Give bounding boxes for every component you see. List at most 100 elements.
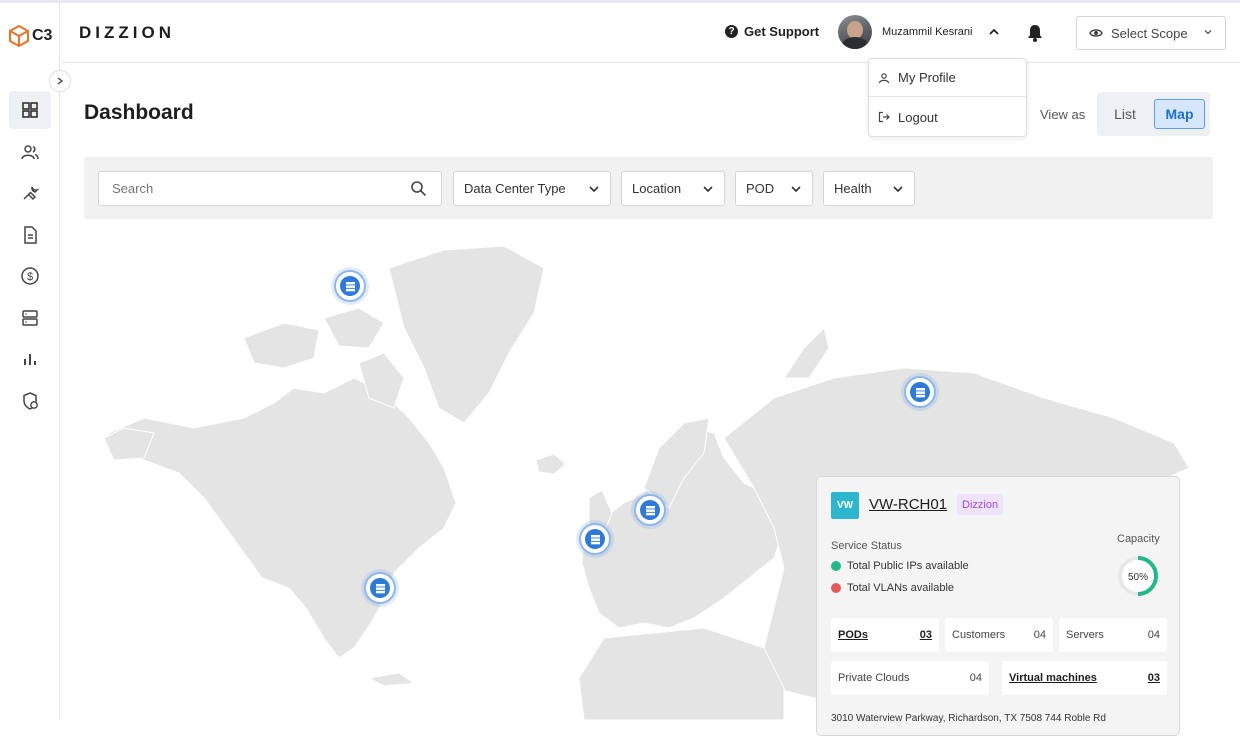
- status-public-ips: Total Public IPs available: [831, 560, 969, 572]
- chevron-down-icon: [893, 186, 903, 193]
- status-label: Total Public IPs available: [847, 560, 969, 572]
- iceland-shape: [535, 453, 567, 475]
- chevron-down-icon: [589, 186, 599, 193]
- select-label: Health: [834, 181, 872, 196]
- select-label: Data Center Type: [464, 181, 566, 196]
- provider-tag: Dizzion: [957, 494, 1004, 515]
- servers-icon: [22, 310, 38, 326]
- chevron-up-icon[interactable]: [987, 25, 1001, 39]
- stat-servers: Servers 04: [1059, 618, 1167, 652]
- datacenter-name-link[interactable]: VW-RCH01: [869, 496, 947, 513]
- stat-label: PODs: [838, 629, 868, 641]
- service-status-title: Service Status: [831, 540, 902, 552]
- stat-customers: Customers 04: [945, 618, 1053, 652]
- stat-label: Customers: [952, 629, 1006, 641]
- analytics-icon: [24, 354, 36, 365]
- africa-shape: [578, 627, 785, 720]
- billing-icon: $: [21, 267, 39, 285]
- stat-value: 03: [1147, 672, 1160, 684]
- stat-pods[interactable]: PODs 03: [831, 618, 939, 652]
- filter-bar: Search Data Center Type Location POD Hea…: [84, 157, 1213, 219]
- datacenter-pin[interactable]: [364, 572, 396, 604]
- select-label: POD: [746, 181, 775, 196]
- north-america-shape: [108, 377, 457, 659]
- select-scope-label: Select Scope: [1111, 25, 1188, 41]
- data-center-type-select[interactable]: Data Center Type: [453, 171, 611, 206]
- menu-item-logout[interactable]: Logout: [869, 98, 1026, 136]
- sidebar-item-analytics[interactable]: [9, 340, 51, 378]
- stat-label: Servers: [1066, 629, 1104, 641]
- get-support-button[interactable]: ? Get Support: [725, 24, 819, 39]
- sidebar-item-billing[interactable]: $: [9, 257, 51, 295]
- dashboard-icon: [22, 102, 38, 118]
- datacenter-pin[interactable]: [579, 523, 611, 555]
- stat-virtual-machines[interactable]: Virtual machines 03: [1002, 661, 1167, 695]
- document-icon: [24, 226, 37, 244]
- server-icon: [590, 534, 600, 544]
- chevron-down-icon: [1204, 30, 1212, 35]
- sidebar-item-documents[interactable]: [9, 216, 51, 254]
- logout-icon: [878, 111, 890, 123]
- capacity-value: 50%: [1128, 572, 1148, 583]
- arctic-islands-shape: [323, 307, 385, 349]
- c3-cube-icon: [9, 25, 29, 47]
- chevron-right-icon: [57, 77, 64, 85]
- profile-dropdown-menu: My Profile Logout: [868, 58, 1027, 137]
- datacenter-badge: VW: [831, 492, 859, 519]
- sidebar-collapse-button[interactable]: [49, 70, 71, 92]
- page-title: Dashboard: [84, 101, 194, 124]
- notification-bell-icon[interactable]: [1026, 23, 1044, 43]
- greenland-shape: [388, 245, 545, 424]
- c3-logo-text: C3: [32, 27, 53, 44]
- stat-label: Private Clouds: [838, 672, 910, 684]
- select-label: Location: [632, 181, 682, 196]
- server-icon: [915, 387, 925, 397]
- select-scope-dropdown[interactable]: Select Scope: [1076, 16, 1226, 50]
- capacity-gauge: 50%: [1118, 556, 1158, 596]
- view-map-button[interactable]: Map: [1154, 99, 1205, 129]
- server-icon: [345, 281, 355, 291]
- stat-value: 03: [919, 629, 932, 641]
- help-icon: ?: [725, 25, 738, 38]
- search-placeholder: Search: [112, 181, 154, 196]
- user-name[interactable]: Muzammil Kesrani: [882, 26, 972, 38]
- novaya-zemlya-shape: [783, 327, 830, 379]
- view-list-button[interactable]: List: [1105, 99, 1145, 129]
- datacenter-pin[interactable]: [634, 494, 666, 526]
- capacity-label: Capacity: [1117, 533, 1160, 545]
- security-icon: [23, 392, 38, 410]
- chevron-down-icon: [791, 186, 801, 193]
- server-icon: [375, 583, 385, 593]
- stat-private-clouds: Private Clouds 04: [831, 661, 989, 695]
- status-label: Total VLANs available: [847, 582, 955, 594]
- sidebar-item-tools[interactable]: [9, 174, 51, 212]
- stat-value: 04: [969, 672, 982, 684]
- stat-label: Virtual machines: [1009, 672, 1097, 684]
- datacenter-pin[interactable]: [334, 270, 366, 302]
- users-icon: [21, 145, 39, 160]
- search-icon[interactable]: [410, 180, 427, 197]
- status-dot-green: [831, 561, 841, 571]
- chevron-down-icon: [703, 186, 713, 193]
- svg-text:$: $: [27, 271, 33, 283]
- sidebar: C3 $: [0, 3, 60, 720]
- view-as-label: View as: [1040, 107, 1086, 122]
- location-select[interactable]: Location: [621, 171, 725, 206]
- status-dot-red: [831, 583, 841, 593]
- sidebar-item-users[interactable]: [9, 133, 51, 171]
- menu-item-label: Logout: [898, 109, 938, 125]
- menu-item-my-profile[interactable]: My Profile: [869, 59, 1026, 97]
- search-input[interactable]: Search: [98, 171, 442, 206]
- sidebar-item-dashboard[interactable]: [9, 91, 51, 129]
- datacenter-pin[interactable]: [904, 376, 936, 408]
- stat-value: 04: [1033, 629, 1046, 641]
- tools-icon: [23, 186, 40, 201]
- health-select[interactable]: Health: [823, 171, 915, 206]
- pod-select[interactable]: POD: [735, 171, 813, 206]
- dizzion-logo[interactable]: DIZZION: [79, 23, 175, 43]
- sidebar-item-servers[interactable]: [9, 299, 51, 337]
- sidebar-item-security[interactable]: [9, 382, 51, 420]
- user-avatar[interactable]: [838, 15, 872, 49]
- c3-logo[interactable]: C3: [9, 25, 52, 47]
- menu-item-label: My Profile: [898, 70, 956, 85]
